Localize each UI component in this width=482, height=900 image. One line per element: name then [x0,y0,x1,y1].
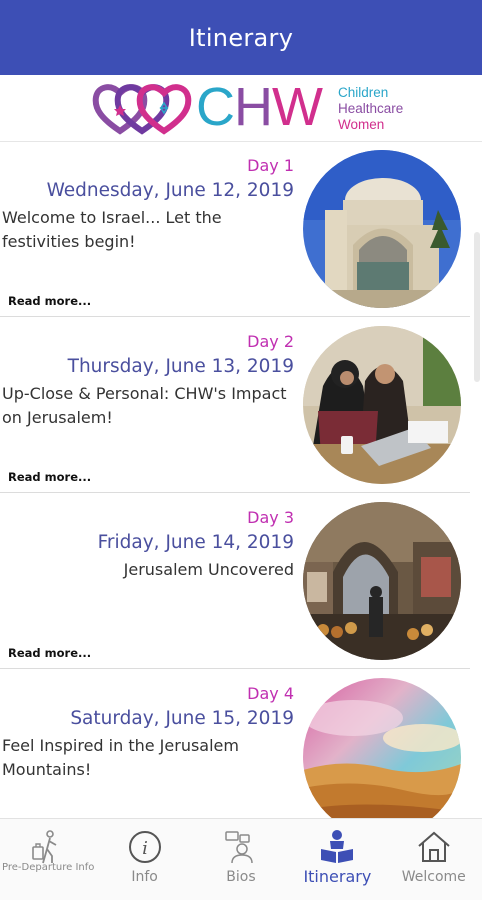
tab-label: Pre-Departure Info [2,862,95,873]
chw-hearts-logo-icon [92,84,192,135]
day-date: Thursday, June 13, 2019 [67,356,294,377]
day-number-label: Day 4 [247,684,294,703]
students-laptop-photo[interactable] [303,326,461,484]
day-number-label: Day 3 [247,508,294,527]
day-date: Friday, June 14, 2019 [97,532,294,553]
bottom-tab-bar: Pre-Departure Info i Info Bios Itinerary… [0,818,482,900]
app-header: Itinerary [0,0,482,75]
day-card-3[interactable]: Day 3 Friday, June 14, 2019 Jerusalem Un… [0,494,470,669]
tab-info[interactable]: i Info [96,819,192,900]
day-description: Up-Close & Personal: CHW's Impact on Jer… [2,384,287,427]
chw-logo-subtitle: Children Healthcare Women [338,85,404,132]
tab-bios[interactable]: Bios [193,819,289,900]
day-date: Wednesday, June 12, 2019 [46,180,294,201]
info-circle-icon: i [128,831,161,863]
tab-label: Bios [226,869,256,885]
day-card-2[interactable]: Day 2 Thursday, June 13, 2019 Up-Close &… [0,318,470,493]
day-card-4[interactable]: Day 4 Saturday, June 15, 2019 Feel Inspi… [0,670,470,818]
tab-label: Info [131,869,158,885]
bios-chat-icon [225,831,253,864]
read-more-link[interactable]: Read more... [8,470,91,484]
traveler-icon [32,830,57,864]
market-street-photo[interactable] [303,502,461,660]
tab-itinerary[interactable]: Itinerary [289,819,385,900]
day-description: Welcome to Israel... Let the festivities… [2,208,222,251]
day-number-label: Day 1 [247,156,294,175]
tab-welcome[interactable]: Welcome [386,819,482,900]
page-title: Itinerary [188,23,294,52]
read-more-link[interactable]: Read more... [8,646,91,660]
day-card-1[interactable]: Day 1 Wednesday, June 12, 2019 Welcome t… [0,142,470,317]
tab-label: Welcome [401,869,466,885]
home-icon [418,831,450,862]
svg-text:i: i [142,838,148,859]
chw-logo-bar: CHW Children Healthcare Women [0,75,482,142]
day-description: Feel Inspired in the Jerusalem Mountains… [2,736,239,779]
itinerary-list[interactable]: Day 1 Wednesday, June 12, 2019 Welcome t… [0,142,470,818]
day-number-label: Day 2 [247,332,294,351]
itinerary-book-icon [321,830,354,863]
desert-sky-photo[interactable] [303,678,461,818]
read-more-link[interactable]: Read more... [8,294,91,308]
day-date: Saturday, June 15, 2019 [70,708,294,729]
chw-logo-text: CHW [196,77,323,137]
synagogue-dome-photo[interactable] [303,150,461,308]
tab-pre-departure-info[interactable]: Pre-Departure Info [0,819,96,900]
tab-label: Itinerary [303,867,372,886]
scrollbar[interactable] [474,232,480,382]
day-description: Jerusalem Uncovered [123,560,294,579]
